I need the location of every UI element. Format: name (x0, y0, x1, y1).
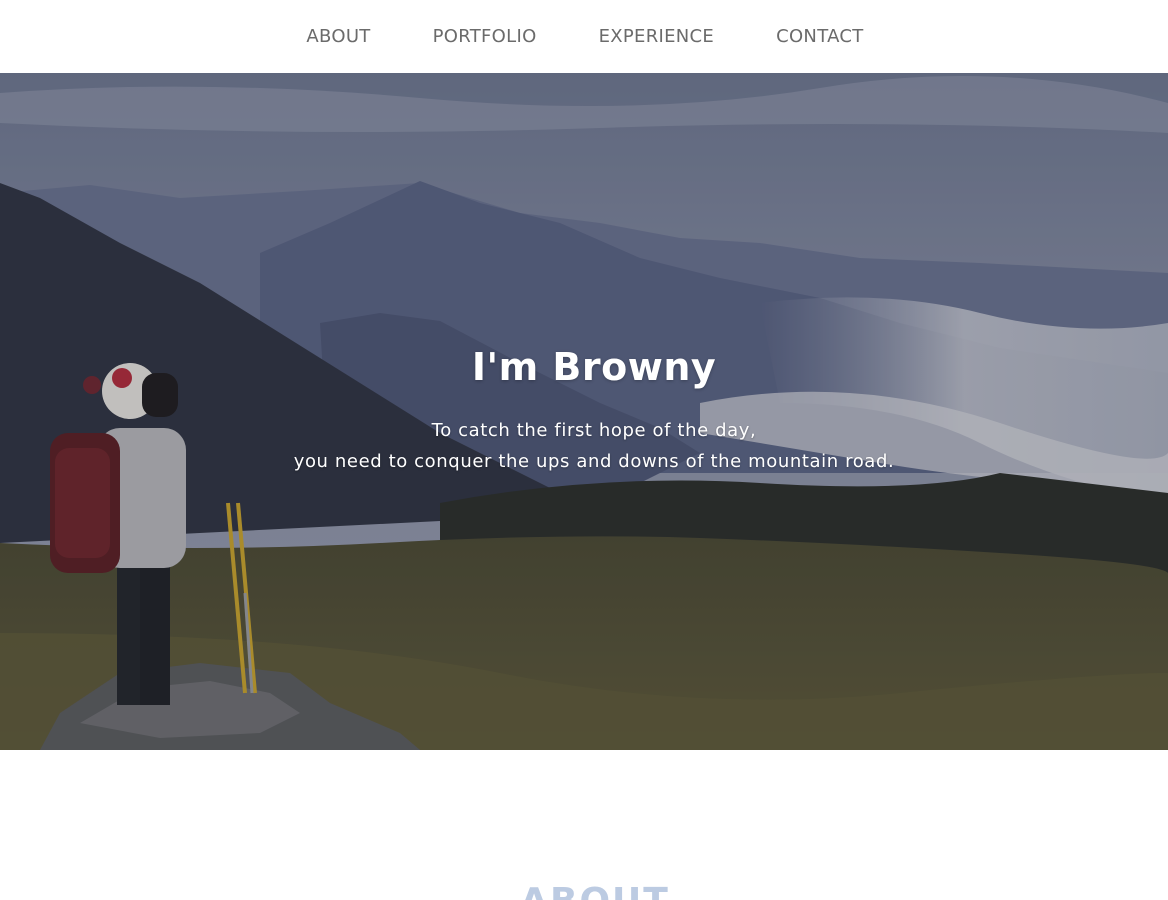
nav-item-contact: CONTACT (776, 26, 863, 47)
nav-item-portfolio: PORTFOLIO (433, 26, 537, 47)
hero-text-block: I'm Browny To catch the first hope of th… (0, 345, 1168, 477)
hero-subtitle: To catch the first hope of the day, you … (0, 415, 1168, 477)
top-navigation: ABOUT PORTFOLIO EXPERIENCE CONTACT (0, 0, 1168, 73)
nav-link-about[interactable]: ABOUT (306, 26, 370, 47)
nav-item-experience: EXPERIENCE (599, 26, 715, 47)
hero-banner: I'm Browny To catch the first hope of th… (0, 73, 1168, 750)
about-section-heading: ABOUT (0, 882, 1168, 900)
nav-item-about: ABOUT (306, 26, 370, 47)
hero-subtitle-line-2: you need to conquer the ups and downs of… (293, 451, 895, 472)
nav-menu: ABOUT PORTFOLIO EXPERIENCE CONTACT (304, 26, 863, 47)
hero-title: I'm Browny (471, 345, 717, 389)
nav-link-experience[interactable]: EXPERIENCE (599, 26, 715, 47)
hero-subtitle-line-1: To catch the first hope of the day, (431, 420, 757, 441)
nav-link-contact[interactable]: CONTACT (776, 26, 863, 47)
nav-link-portfolio[interactable]: PORTFOLIO (433, 26, 537, 47)
